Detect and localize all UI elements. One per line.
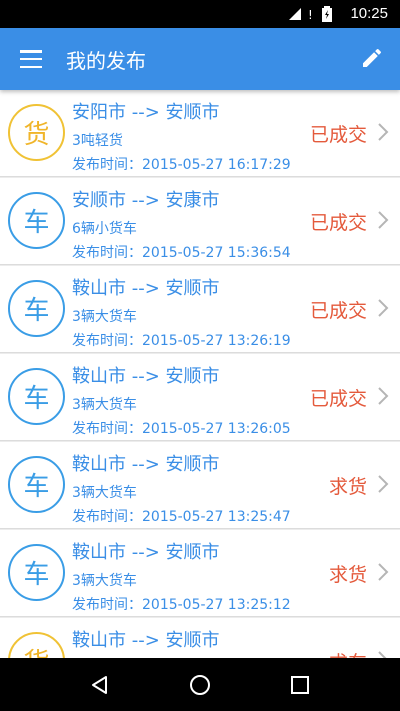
- app-bar: 我的发布: [0, 28, 400, 90]
- status-label: 已成交: [309, 124, 367, 146]
- chevron-right-icon: [378, 211, 389, 229]
- recents-icon[interactable]: [286, 671, 314, 699]
- publish-list[interactable]: 货 安阳市 --> 安顺市 3吨轻货 发布时间：2015-05-27 16:17…: [0, 90, 400, 658]
- status-label: 已成交: [309, 212, 367, 234]
- route-text: 鞍山市 --> 安顺市: [72, 542, 220, 563]
- vehicle-badge-icon: 车: [8, 456, 65, 513]
- wifi-icon: !: [308, 8, 313, 21]
- route-text: 鞍山市 --> 安顺市: [72, 454, 220, 475]
- goods-badge-icon: 货: [8, 104, 65, 161]
- publish-time: 发布时间：2015-05-27 13:26:05: [72, 421, 291, 437]
- chevron-right-icon: [378, 475, 389, 493]
- system-nav-bar: [0, 658, 400, 711]
- chevron-right-icon: [378, 387, 389, 405]
- publish-time: 发布时间：2015-05-27 13:25:47: [72, 509, 291, 525]
- status-label: 已成交: [309, 300, 367, 322]
- cargo-description: 3辆大货车: [72, 309, 137, 325]
- chevron-right-icon: [378, 299, 389, 317]
- route-text: 鞍山市 --> 安顺市: [72, 278, 220, 299]
- menu-icon[interactable]: [18, 46, 44, 72]
- status-icons: !: [288, 6, 332, 22]
- signal-icon: [289, 8, 301, 20]
- chevron-right-icon: [378, 651, 387, 658]
- home-icon[interactable]: [186, 671, 214, 699]
- chevron-right-icon: [378, 563, 389, 581]
- cargo-description: 3辆大货车: [72, 573, 137, 589]
- svg-text:!: !: [308, 8, 313, 21]
- status-label: 求车: [329, 648, 367, 658]
- status-label: 求货: [328, 476, 367, 498]
- publish-time: 发布时间：2015-05-27 16:17:29: [72, 157, 291, 173]
- status-bar: ! 10:25: [0, 0, 400, 28]
- cargo-description: 3吨轻货: [72, 133, 123, 149]
- route-text: 鞍山市 --> 安顺市: [72, 366, 220, 387]
- route-text: 安阳市 --> 安顺市: [72, 102, 220, 123]
- back-icon[interactable]: [86, 671, 114, 699]
- list-item[interactable]: 货 安阳市 --> 安顺市 3吨轻货 发布时间：2015-05-27 16:17…: [0, 90, 400, 177]
- status-time: 10:25: [350, 5, 388, 22]
- vehicle-badge-icon: 车: [8, 280, 65, 337]
- vehicle-badge-icon: 车: [8, 368, 65, 425]
- publish-time: 发布时间：2015-05-27 13:25:12: [72, 597, 291, 613]
- list-item[interactable]: 车 鞍山市 --> 安顺市 3辆大货车 发布时间：2015-05-27 13:2…: [0, 266, 400, 353]
- publish-time: 发布时间：2015-05-27 15:36:54: [72, 245, 291, 261]
- page-title: 我的发布: [66, 49, 146, 73]
- publish-time: 发布时间：2015-05-27 13:26:19: [72, 333, 291, 349]
- cargo-description: 6辆小货车: [72, 221, 137, 237]
- cargo-description: 3辆大货车: [72, 485, 137, 501]
- goods-badge-icon: 货: [8, 632, 65, 658]
- list-item[interactable]: 车 鞍山市 --> 安顺市 3辆大货车 发布时间：2015-05-27 13:2…: [0, 442, 400, 529]
- vehicle-badge-icon: 车: [8, 192, 65, 249]
- status-label: 已成交: [309, 388, 367, 410]
- list-item[interactable]: 车 鞍山市 --> 安顺市 3辆大货车 发布时间：2015-05-27 13:2…: [0, 354, 400, 441]
- chevron-right-icon: [378, 123, 389, 141]
- vehicle-badge-icon: 车: [8, 544, 65, 601]
- edit-icon[interactable]: [360, 46, 384, 70]
- status-label: 求货: [328, 564, 367, 586]
- route-text: 安顺市 --> 安康市: [72, 190, 220, 211]
- list-item[interactable]: 货 鞍山市 --> 安顺市 3辆大货车 发布时间：2015-05-27 13:2…: [0, 618, 400, 658]
- list-item[interactable]: 车 安顺市 --> 安康市 6辆小货车 发布时间：2015-05-27 15:3…: [0, 178, 400, 265]
- battery-icon: [322, 6, 332, 22]
- cargo-description: 3辆大货车: [72, 397, 137, 413]
- route-text: 鞍山市 --> 安顺市: [72, 630, 220, 651]
- list-item[interactable]: 车 鞍山市 --> 安顺市 3辆大货车 发布时间：2015-05-27 13:2…: [0, 530, 400, 617]
